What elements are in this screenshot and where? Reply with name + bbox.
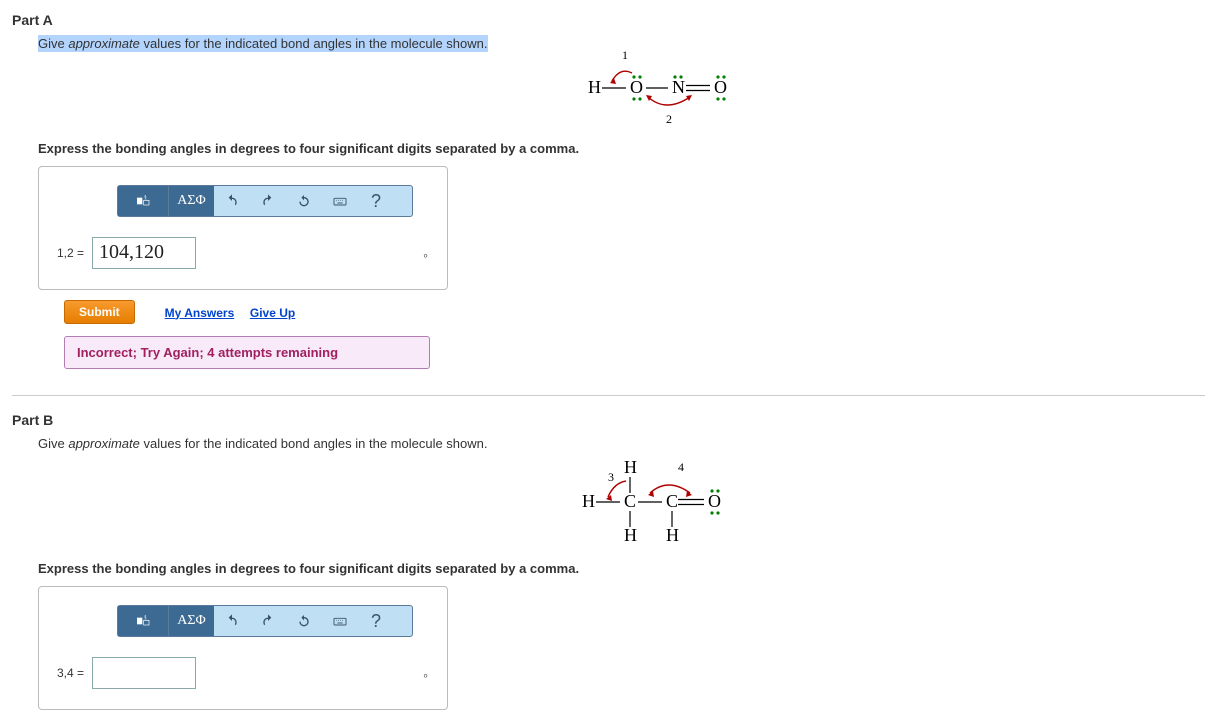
help-btn-b[interactable]: ? [358,606,394,636]
angle-label-2: 2 [666,112,672,126]
instr-a-post: values for the indicated bond angles in … [140,36,488,51]
svg-text:C: C [624,491,636,511]
svg-text:H: H [624,525,637,545]
part-b-title: Part B [12,412,1205,428]
molecule-a-diagram: H O N O 1 2 [578,47,1205,127]
molecule-b-diagram: H C C O H H H [578,451,1205,547]
eq-label-b: 3,4 = [57,666,84,680]
toolbar-a: xa ΑΣΦ ? [117,185,413,217]
instr-b-pre: Give [38,436,68,451]
reset-icon [296,613,312,629]
svg-text:H: H [624,457,637,477]
svg-text:H: H [588,77,601,97]
svg-text:N: N [672,77,685,97]
svg-text:a: a [144,613,146,618]
help-btn[interactable]: ? [358,186,394,216]
svg-text:H: H [666,525,679,545]
svg-text:O: O [630,77,643,97]
answer-input-b[interactable] [92,657,196,689]
reset-btn-b[interactable] [286,606,322,636]
instr-b-post: values for the indicated bond angles in … [140,436,488,451]
part-b-instruction: Give approximate values for the indicate… [38,436,1205,451]
keyboard-btn[interactable] [322,186,358,216]
greek-letters-btn[interactable]: ΑΣΦ [168,186,214,216]
answer-box-a: xa ΑΣΦ ? 1,2 = 104,120 ∘ [38,166,448,290]
undo-btn-b[interactable] [214,606,250,636]
eq-label-a: 1,2 = [57,246,84,260]
degree-unit-b: ∘ [422,669,429,682]
reset-icon [296,193,312,209]
answer-box-b: xa ΑΣΦ ? 3,4 = ∘ [38,586,448,710]
keyboard-icon [332,613,348,629]
svg-text:O: O [708,491,721,511]
redo-btn[interactable] [250,186,286,216]
part-a-sub-instruction: Express the bonding angles in degrees to… [38,141,1205,156]
answer-input-a[interactable]: 104,120 [92,237,196,269]
instr-b-em: approximate [68,436,140,451]
redo-icon [260,613,276,629]
redo-icon [260,193,276,209]
toolbar-b: xa ΑΣΦ ? [117,605,413,637]
degree-unit-a: ∘ [422,249,429,262]
angle-label-1: 1 [622,48,628,62]
give-up-link-a[interactable]: Give Up [250,306,295,320]
undo-icon [224,613,240,629]
part-a-title: Part A [12,12,1205,28]
undo-btn[interactable] [214,186,250,216]
svg-text:C: C [666,491,678,511]
redo-btn-b[interactable] [250,606,286,636]
undo-icon [224,193,240,209]
format-rect-btn-b[interactable]: xa [118,606,168,636]
svg-text:H: H [582,491,595,511]
angle-label-4: 4 [678,460,684,474]
format-rect-btn[interactable]: xa [118,186,168,216]
angle-label-3: 3 [608,470,614,484]
part-b-sub-instruction: Express the bonding angles in degrees to… [38,561,1205,576]
svg-text:a: a [144,193,146,198]
submit-button-a[interactable]: Submit [64,300,135,324]
instr-a-pre: Give [38,36,68,51]
my-answers-link-a[interactable]: My Answers [165,306,235,320]
keyboard-icon [332,193,348,209]
reset-btn[interactable] [286,186,322,216]
greek-letters-btn-b[interactable]: ΑΣΦ [168,606,214,636]
feedback-a: Incorrect; Try Again; 4 attempts remaini… [64,336,430,369]
instr-a-em: approximate [68,36,140,51]
part-separator [12,395,1205,396]
keyboard-btn-b[interactable] [322,606,358,636]
svg-text:O: O [714,77,727,97]
